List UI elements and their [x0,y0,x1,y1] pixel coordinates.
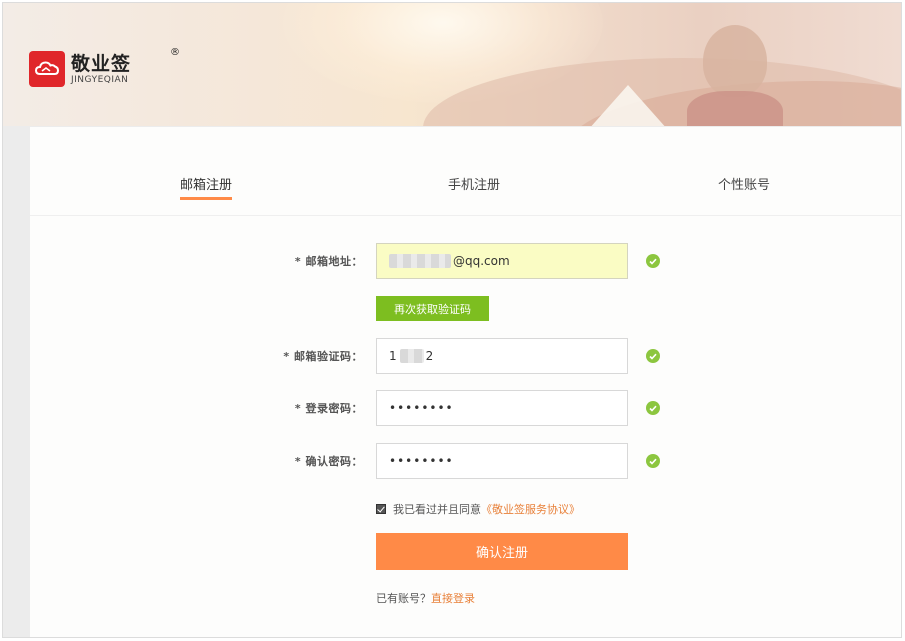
login-prompt-text: 已有账号？ [376,592,431,605]
resend-code-button[interactable]: 再次获取验证码 [376,296,489,321]
banner-tent [588,85,668,126]
password-value: •••••••• [389,401,454,415]
tab-phone-register[interactable]: 手机注册 [448,174,500,193]
service-agreement-link[interactable]: 《敬业签服务协议》 [481,501,580,517]
confirm-password-row: * 确认密码： •••••••• [30,443,901,479]
banner-girl-head [703,25,767,97]
email-label: * 邮箱地址： [294,255,363,268]
tab-custom-account[interactable]: 个性账号 [718,174,770,193]
password-field[interactable]: •••••••• [376,390,628,426]
code-value-start: 1 [389,349,397,363]
active-tab-indicator [180,197,232,200]
brand-logo[interactable]: 敬业签 ® JINGYEQIAN [29,47,180,87]
valid-check-icon [646,349,660,363]
valid-check-icon [646,401,660,415]
email-value-suffix: @qq.com [453,254,510,268]
confirm-register-button[interactable]: 确认注册 [376,533,628,570]
agreement-checkbox[interactable] [376,504,386,514]
register-tabs: 邮箱注册 手机注册 个性账号 [30,127,901,216]
brand-name-en: JINGYEQIAN [71,74,129,85]
masked-text [389,254,451,268]
agreement-text: 我已看过并且同意 [393,503,481,516]
registered-mark: ® [170,46,180,58]
direct-login-link[interactable]: 直接登录 [431,592,475,605]
password-label: * 登录密码： [294,402,363,415]
confirm-password-value: •••••••• [389,454,454,468]
valid-check-icon [646,454,660,468]
header-banner: 敬业签 ® JINGYEQIAN [3,3,901,126]
masked-code [399,349,424,363]
tab-email-register[interactable]: 邮箱注册 [180,174,232,193]
email-code-row: * 邮箱验证码： 1 2 [30,338,901,374]
confirm-password-field[interactable]: •••••••• [376,443,628,479]
brand-name: 敬业签 [71,52,132,75]
page-frame: 敬业签 ® JINGYEQIAN 邮箱注册 手机注册 个性账号 * 邮箱地址： … [2,2,902,638]
login-prompt: 已有账号？直接登录 [376,590,475,606]
password-row: * 登录密码： •••••••• [30,390,901,426]
agreement: 我已看过并且同意 《敬业签服务协议》 [376,501,580,517]
email-row: * 邮箱地址： @qq.com [30,243,901,279]
email-code-label: * 邮箱验证码： [283,350,363,363]
email-code-field[interactable]: 1 2 [376,338,628,374]
cloud-logo-icon [29,51,65,87]
confirm-password-label: * 确认密码： [294,455,363,468]
register-panel: 邮箱注册 手机注册 个性账号 * 邮箱地址： @qq.com 再次获取验证码 *… [30,127,901,637]
code-value-end: 2 [425,349,434,363]
banner-girl-body [687,91,783,126]
valid-check-icon [646,254,660,268]
email-field[interactable]: @qq.com [376,243,628,279]
